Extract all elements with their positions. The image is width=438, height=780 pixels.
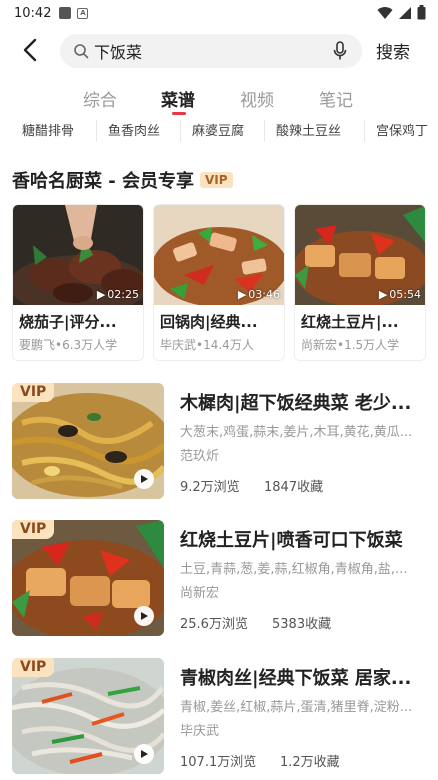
recipe-title: 木樨肉|超下饭经典菜 老少... xyxy=(180,393,412,414)
back-arrow-icon xyxy=(23,38,37,62)
vip-tag: VIP xyxy=(12,658,55,677)
chip-divider xyxy=(96,120,97,142)
suggestion-chips: 糖醋排骨 鱼香肉丝 麻婆豆腐 酸辣土豆丝 宫保鸡丁 xyxy=(0,120,438,142)
recipe-views: 107.1万浏览 xyxy=(180,755,257,770)
recipe-favorites: 1847收藏 xyxy=(264,480,324,495)
tab-notes[interactable]: 笔记 xyxy=(319,86,353,111)
video-duration: ▶ 02:25 xyxy=(96,288,139,301)
card-title: 烧茄子|评分... xyxy=(19,313,117,331)
play-icon xyxy=(134,744,154,764)
chip-item[interactable]: 酸辣土豆丝 xyxy=(276,120,341,139)
battery-icon xyxy=(417,5,426,20)
vip-tag: VIP xyxy=(12,383,55,402)
tab-recipes[interactable]: 菜谱 xyxy=(161,86,195,111)
notification-icon xyxy=(59,7,72,19)
chip-divider xyxy=(364,120,365,142)
chip-item[interactable]: 宫保鸡丁 xyxy=(376,120,428,139)
recipe-favorites: 1.2万收藏 xyxy=(280,755,340,770)
video-duration: ▶ 05:54 xyxy=(378,288,421,301)
recipe-thumbnail: VIP xyxy=(12,383,164,499)
search-query: 下饭菜 xyxy=(94,43,143,62)
card-meta: 尚新宏•1.5万人学 xyxy=(301,338,400,352)
vip-tag: VIP xyxy=(12,520,55,539)
recipe-author: 尚新宏 xyxy=(180,586,220,601)
recipe-ingredients: 土豆,青蒜,葱,姜,蒜,红椒角,青椒角,盐,... xyxy=(180,562,408,577)
search-input[interactable]: 下饭菜 xyxy=(60,34,362,68)
recipe-title: 青椒肉丝|经典下饭菜 居家... xyxy=(180,668,412,689)
microphone-icon[interactable] xyxy=(330,41,350,61)
recipe-ingredients: 青椒,姜丝,红椒,蒜片,蛋清,猪里脊,淀粉... xyxy=(180,700,413,715)
card-title: 回锅肉|经典... xyxy=(160,313,258,331)
tab-bar: 综合 菜谱 视频 笔记 xyxy=(0,82,438,118)
recipe-title: 红烧土豆片|喷香可口下饭菜 xyxy=(180,530,403,551)
card-title: 红烧土豆片|... xyxy=(301,313,399,331)
recipe-list-item[interactable]: VIP 木樨肉|超下饭经典菜 老少... 大葱末,鸡蛋,蒜末,姜片,木耳,黄花,… xyxy=(0,383,438,501)
tab-comprehensive[interactable]: 综合 xyxy=(83,86,117,111)
play-small-icon: ▶ xyxy=(378,288,388,301)
recipe-thumbnail: VIP xyxy=(12,658,164,774)
vip-section-heading: 香哈名厨菜 - 会员专享 VIP xyxy=(12,168,233,192)
play-small-icon: ▶ xyxy=(96,288,106,301)
recipe-list-item[interactable]: VIP 青椒肉丝|经典下饭菜 居家... 青椒,姜丝,红椒,蒜片,蛋清,猪里脊,… xyxy=(0,658,438,776)
play-icon xyxy=(134,469,154,489)
card-meta: 要鹏飞•6.3万人学 xyxy=(19,338,118,352)
vip-section-title: 香哈名厨菜 - 会员专享 xyxy=(12,171,195,192)
recipe-favorites: 5383收藏 xyxy=(272,617,332,632)
tab-videos[interactable]: 视频 xyxy=(240,86,274,111)
chip-item[interactable]: 鱼香肉丝 xyxy=(108,120,160,139)
recipe-author: 范玖炘 xyxy=(180,449,220,464)
signal-icon xyxy=(399,6,411,19)
vip-recipe-card[interactable]: ▶ 05:54 红烧土豆片|... 尚新宏•1.5万人学 xyxy=(294,204,426,361)
recipe-thumbnail: ▶ 03:46 xyxy=(154,205,284,305)
video-duration: ▶ 03:46 xyxy=(237,288,280,301)
card-meta: 毕庆武•14.4万人 xyxy=(160,338,254,352)
search-icon xyxy=(72,42,90,60)
recipe-thumbnail: VIP xyxy=(12,520,164,636)
chip-item[interactable]: 糖醋排骨 xyxy=(22,120,74,139)
vip-badge: VIP xyxy=(200,172,233,188)
recipe-views: 9.2万浏览 xyxy=(180,480,240,495)
recipe-thumbnail: ▶ 02:25 xyxy=(13,205,143,305)
active-tab-indicator xyxy=(172,112,186,115)
recipe-author: 毕庆武 xyxy=(180,724,220,739)
back-button[interactable] xyxy=(16,36,44,64)
chip-divider xyxy=(264,120,265,142)
chip-item[interactable]: 麻婆豆腐 xyxy=(192,120,244,139)
chip-divider xyxy=(180,120,181,142)
recipe-thumbnail: ▶ 05:54 xyxy=(295,205,425,305)
search-button[interactable]: 搜索 xyxy=(376,38,410,63)
status-time: 10:42 xyxy=(14,5,52,21)
vip-recipe-card[interactable]: ▶ 02:25 烧茄子|评分... 要鹏飞•6.3万人学 xyxy=(12,204,144,361)
status-right-icons xyxy=(377,5,426,20)
play-icon xyxy=(134,606,154,626)
search-header: 下饭菜 搜索 xyxy=(0,26,438,76)
a-icon: A xyxy=(77,7,89,19)
recipe-views: 25.6万浏览 xyxy=(180,617,248,632)
recipe-ingredients: 大葱末,鸡蛋,蒜末,姜片,木耳,黄花,黄瓜... xyxy=(180,425,413,440)
status-bar: 10:42 A xyxy=(0,0,438,26)
recipe-list-item[interactable]: VIP 红烧土豆片|喷香可口下饭菜 土豆,青蒜,葱,姜,蒜,红椒角,青椒角,盐,… xyxy=(0,520,438,638)
vip-recipe-card[interactable]: ▶ 03:46 回锅肉|经典... 毕庆武•14.4万人 xyxy=(153,204,285,361)
wifi-icon xyxy=(377,6,393,19)
play-small-icon: ▶ xyxy=(237,288,247,301)
